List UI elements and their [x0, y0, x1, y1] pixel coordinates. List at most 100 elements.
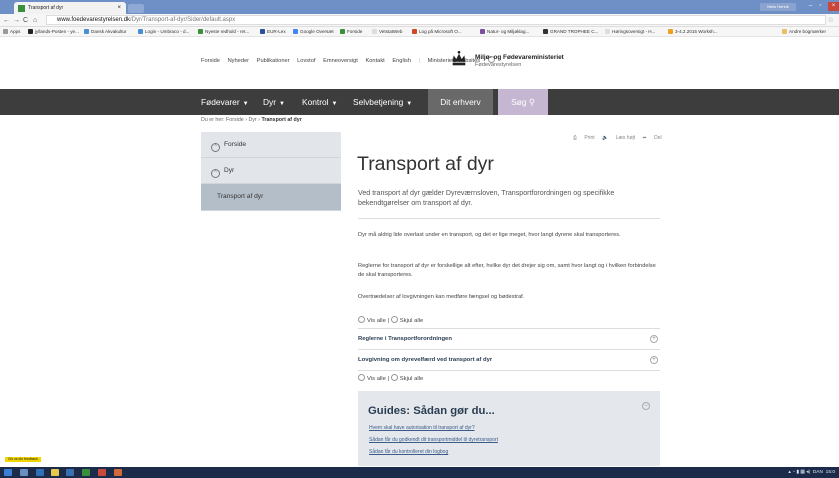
- chevron-up-icon: [390, 316, 398, 323]
- chevron-down-icon: ▼: [331, 101, 338, 107]
- agency-name: Fødevarestyrelsen: [475, 62, 522, 68]
- bookmark-item[interactable]: jyllands-Posten - ye...: [28, 27, 79, 36]
- bookmark-item[interactable]: Forside: [340, 27, 362, 36]
- topnav-link[interactable]: Publikationer: [257, 58, 290, 64]
- bookmark-item[interactable]: Google Oversæt: [293, 27, 334, 36]
- maximize-icon[interactable]: ▫: [816, 2, 825, 11]
- bookmark-item[interactable]: Natur- og Miljøklag...: [480, 27, 529, 36]
- show-all-button[interactable]: Vis alle: [358, 374, 386, 382]
- sidebar-item-forside[interactable]: ^ Forside: [201, 132, 341, 158]
- page-title: Transport af dyr: [357, 153, 494, 175]
- print-button[interactable]: ⎙ Print: [573, 135, 595, 141]
- taskbar-app-icon[interactable]: [66, 469, 74, 476]
- feedback-button[interactable]: Giv os din feedback: [5, 457, 41, 462]
- guide-link[interactable]: Sådan får du kontrolleret din logbog: [369, 449, 448, 455]
- window-close-icon[interactable]: ×: [828, 2, 839, 11]
- body-paragraph: Overtrædelser af lovgivningen kan medfør…: [358, 294, 525, 300]
- home-icon[interactable]: ⌂: [33, 16, 37, 25]
- bookmark-item[interactable]: Login - Umbraco - d...: [138, 27, 189, 36]
- sidebar-item-dyr[interactable]: ^ Dyr: [201, 158, 341, 184]
- chevron-up-icon: ^: [211, 169, 220, 178]
- bookmark-folder[interactable]: Andre bogmærker: [782, 27, 826, 36]
- back-icon[interactable]: ←: [3, 16, 10, 25]
- bookmark-item[interactable]: 3-4.2.2015 Worksh...: [668, 27, 718, 36]
- browser-tab-strip: Transport af dyr × Niels Henrik – ▫ ×: [0, 0, 839, 14]
- topnav-link[interactable]: Emneoversigt: [323, 58, 358, 64]
- topnav-link[interactable]: Lovstof: [297, 58, 315, 64]
- guide-link[interactable]: Hvem skal have autorisation til transpor…: [369, 425, 475, 431]
- hide-all-button[interactable]: Skjul alle: [390, 374, 423, 382]
- nav-foedevarer[interactable]: Fødevarer ▼: [201, 89, 249, 115]
- bookmark-icon: [84, 29, 89, 34]
- forward-icon[interactable]: →: [13, 16, 20, 25]
- os-taskbar: ▴ ◔ ▮ ▦ ◂) DAN 15:0: [0, 467, 839, 478]
- bookmark-item[interactable]: Log på Microsoft O...: [412, 27, 462, 36]
- share-button[interactable]: ➦ Del: [643, 135, 662, 141]
- page-tools: ⎙ Print 🔈 Læs højt ➦ Del: [567, 135, 662, 141]
- topnav-link[interactable]: Kontakt: [365, 58, 384, 64]
- search-button[interactable]: Søg ⚲: [498, 89, 548, 115]
- guides-title: Guides: Sådan gør du...: [368, 405, 495, 417]
- bookmark-item[interactable]: Høringsoversigt - H...: [605, 27, 655, 36]
- site-favicon-icon: [18, 5, 25, 12]
- new-tab-button[interactable]: [128, 4, 144, 13]
- nav-dit-erhverv[interactable]: Dit erhverv: [428, 89, 493, 115]
- bookmarks-bar: Apps jyllands-Posten - ye... Dansk Akvak…: [0, 27, 839, 37]
- bookmark-item[interactable]: EUR-Lex: [260, 27, 286, 36]
- accordion-item[interactable]: Reglerne i Transportforordningen +: [358, 329, 660, 350]
- taskbar-app-icon[interactable]: [36, 469, 44, 476]
- bookmark-star-icon[interactable]: ☆: [828, 16, 834, 24]
- browser-tab[interactable]: Transport af dyr ×: [14, 2, 126, 14]
- chevron-up-icon: [390, 374, 398, 381]
- hide-all-button[interactable]: Skjul alle: [390, 316, 423, 324]
- nav-selvbetjening[interactable]: Selvbetjening ▼: [353, 89, 412, 115]
- bookmark-item[interactable]: Dansk Akvakultur: [84, 27, 127, 36]
- clock[interactable]: 15:0: [826, 470, 835, 475]
- url-path: /Dyr/Transport-af-dyr/Sider/default.aspx: [130, 17, 236, 23]
- profile-badge[interactable]: Niels Henrik: [760, 3, 796, 11]
- topnav-link[interactable]: Forside: [201, 58, 220, 64]
- taskbar-app-icon[interactable]: [82, 469, 90, 476]
- feedback-tab: Giv os din feedback: [0, 457, 120, 464]
- bookmark-item[interactable]: GRAND TROPHEE C...: [543, 27, 598, 36]
- taskbar-app-icon[interactable]: [98, 469, 106, 476]
- nav-kontrol[interactable]: Kontrol ▼: [302, 89, 338, 115]
- expand-icon: +: [650, 335, 658, 343]
- nav-dyr[interactable]: Dyr ▼: [263, 89, 285, 115]
- bookmark-item[interactable]: Apps: [3, 27, 20, 36]
- expand-toggle-group: Vis alle | Skjul alle: [358, 374, 423, 382]
- url-field[interactable]: www.foedevarestyrelsen.dk/Dyr/Transport-…: [46, 15, 826, 25]
- bookmark-icon: [198, 29, 203, 34]
- reload-icon[interactable]: C: [23, 16, 28, 25]
- bookmark-item[interactable]: Nyeste redhold - ret...: [198, 27, 249, 36]
- guide-link[interactable]: Sådan får du godkendt dit transportmidde…: [369, 437, 498, 443]
- topnav-link[interactable]: English: [392, 58, 411, 64]
- start-icon[interactable]: [4, 469, 12, 476]
- sidebar-item-transport[interactable]: Transport af dyr: [201, 184, 341, 211]
- collapse-icon[interactable]: −: [642, 402, 650, 410]
- bookmark-item[interactable]: VetstatWeb: [372, 27, 402, 36]
- expand-icon: +: [650, 356, 658, 364]
- chrome-icon[interactable]: [51, 469, 59, 476]
- bookmark-icon: [28, 29, 33, 34]
- breadcrumb-link[interactable]: Forside: [226, 117, 244, 123]
- minimize-icon[interactable]: –: [806, 2, 815, 11]
- ministry-name[interactable]: Miljø- og Fødevareministeriet Fødevarest…: [475, 54, 564, 68]
- tab-close-icon[interactable]: ×: [117, 2, 121, 14]
- read-aloud-button[interactable]: 🔈 Læs højt: [602, 135, 635, 141]
- crown-logo-icon[interactable]: [450, 50, 468, 68]
- taskbar-app-icon[interactable]: [20, 469, 28, 476]
- breadcrumb-link[interactable]: Dyr: [248, 117, 256, 123]
- topnav-link[interactable]: Nyheder: [228, 58, 250, 64]
- folder-icon: [782, 29, 787, 34]
- chevron-down-icon: ▼: [279, 101, 285, 107]
- bookmark-icon: [293, 29, 298, 34]
- lead-paragraph: Ved transport af dyr gælder Dyreværnslov…: [358, 189, 615, 207]
- language-indicator[interactable]: DAN: [813, 470, 823, 475]
- address-bar-row: ← → C ⌂ www.foedevarestyrelsen.dk/Dyr/Tr…: [0, 14, 839, 27]
- url-domain: www.foedevarestyrelsen.dk: [57, 17, 131, 23]
- accordion-item[interactable]: Lovgivning om dyrevelfærd ved transport …: [358, 350, 660, 371]
- bookmark-icon: [340, 29, 345, 34]
- show-all-button[interactable]: Vis alle: [358, 316, 386, 324]
- taskbar-app-icon[interactable]: [114, 469, 122, 476]
